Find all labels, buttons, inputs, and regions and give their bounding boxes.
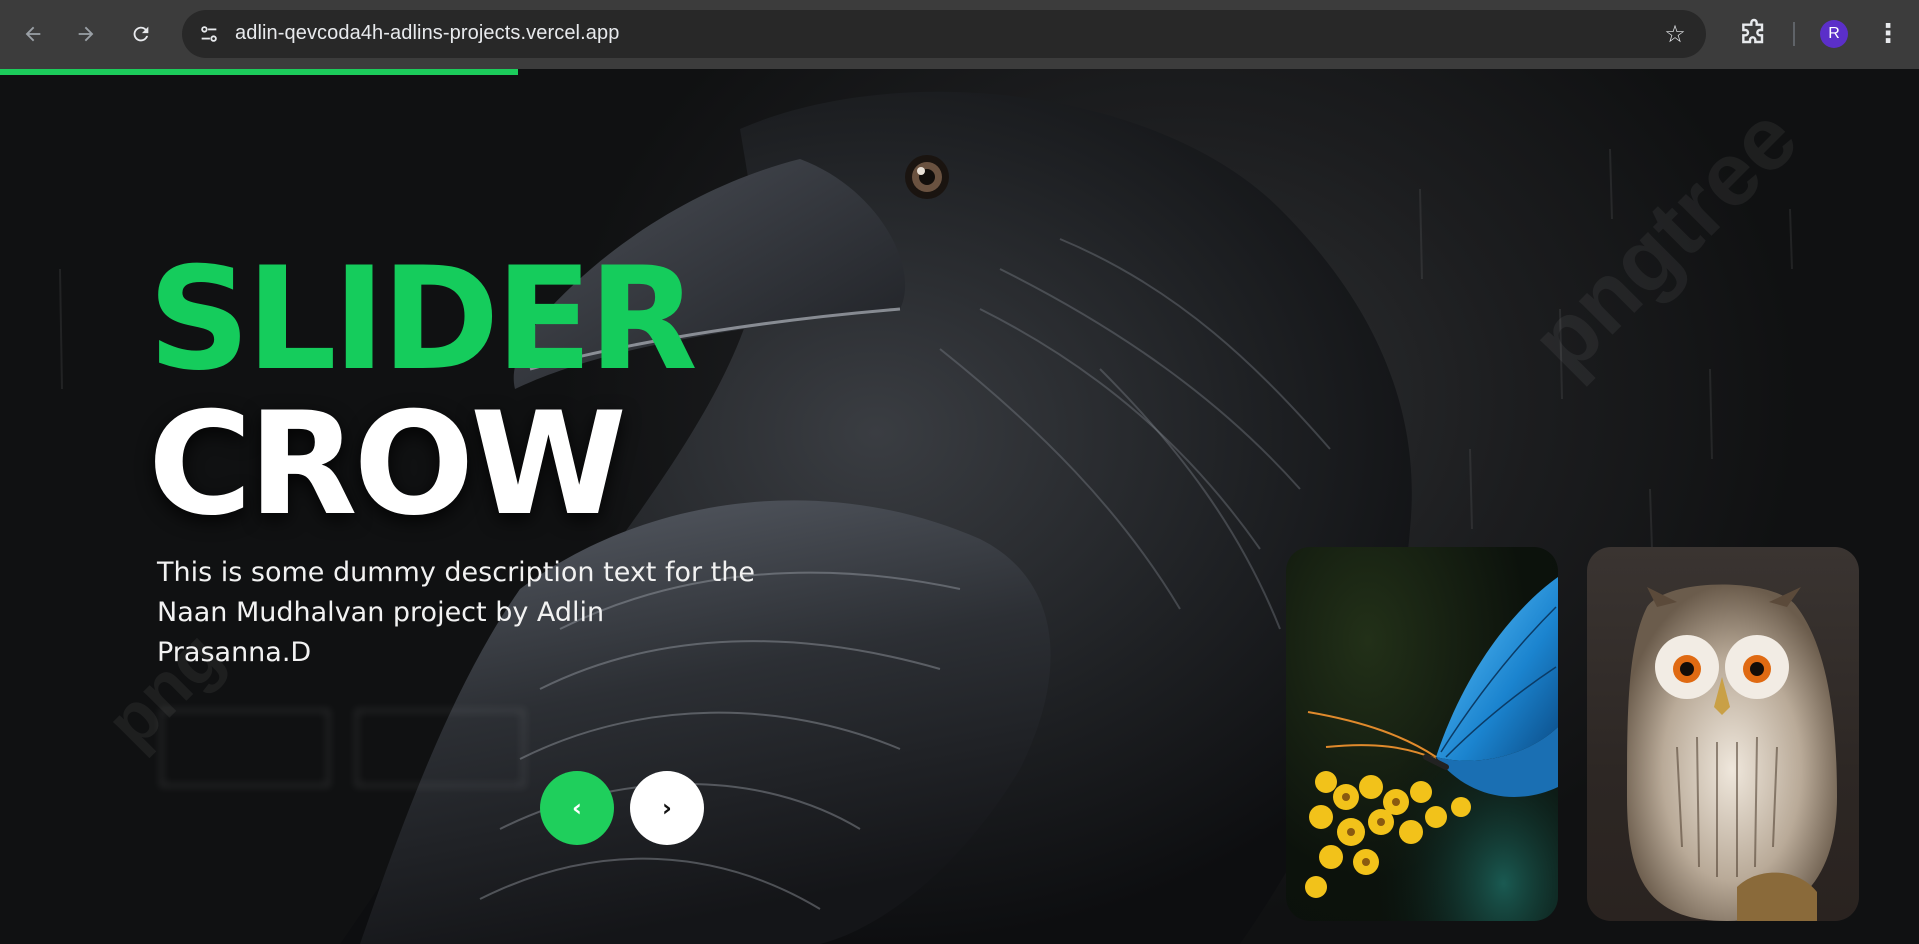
bookmark-star-icon[interactable]: ☆ [1660, 19, 1690, 49]
slide-description: This is some dummy description text for … [157, 557, 755, 668]
thumbnail-owl[interactable] [1587, 547, 1859, 921]
subscribe-button[interactable] [355, 709, 525, 787]
next-slide-button[interactable]: › [630, 771, 704, 845]
prev-slide-button[interactable]: ‹ [540, 771, 614, 845]
toolbar-divider [1793, 22, 1795, 46]
butterfly-image [1286, 547, 1558, 921]
see-more-button[interactable] [160, 709, 330, 787]
url-text: adlin-qevcoda4h-adlins-projects.vercel.a… [235, 22, 620, 44]
extensions-icon[interactable] [1738, 18, 1770, 50]
address-bar[interactable]: adlin-qevcoda4h-adlins-projects.vercel.a… [182, 10, 1706, 58]
slider-hero: pngtree png SLIDER CROW This is some dum… [0, 69, 1919, 944]
back-icon[interactable] [13, 14, 53, 54]
slide-title-top: SLIDER [148, 237, 698, 402]
slide-progress-bar [0, 69, 519, 75]
forward-icon[interactable] [66, 14, 106, 54]
site-info-icon[interactable] [198, 23, 220, 45]
slide-title-bottom: CROW [148, 382, 627, 547]
menu-icon[interactable]: ⋮ [1870, 16, 1906, 52]
browser-toolbar: adlin-qevcoda4h-adlins-projects.vercel.a… [0, 0, 1919, 69]
profile-avatar[interactable]: R [1820, 20, 1848, 48]
thumbnail-butterfly[interactable] [1286, 547, 1558, 921]
owl-image [1627, 584, 1837, 921]
reload-icon[interactable] [121, 14, 161, 54]
